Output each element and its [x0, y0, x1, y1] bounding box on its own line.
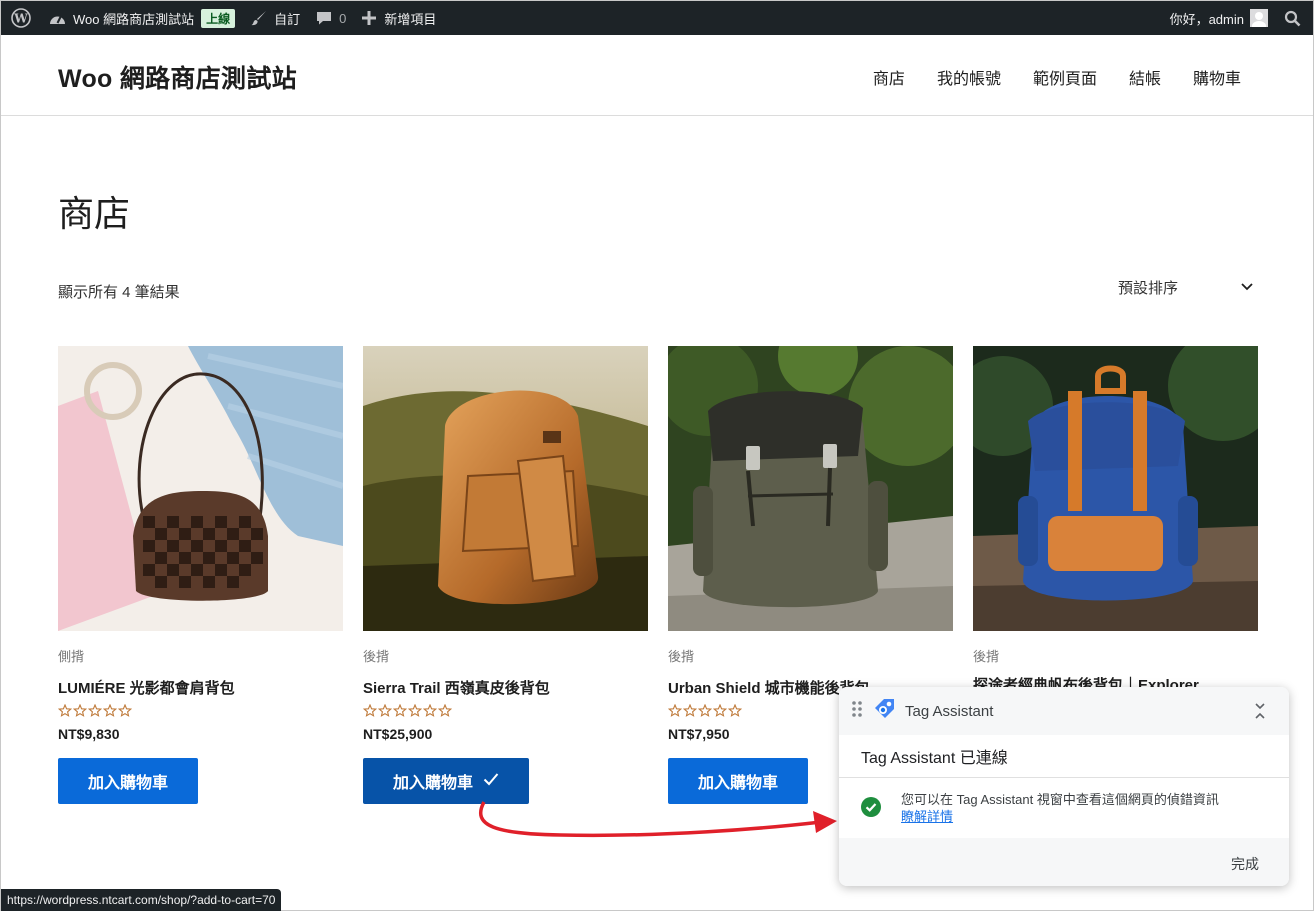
product-name[interactable]: Sierra Trail 西嶺真皮後背包	[363, 677, 648, 698]
chevron-down-icon	[1239, 278, 1255, 298]
checkmark-icon	[483, 772, 499, 791]
done-button[interactable]: 完成	[1231, 854, 1259, 874]
star-outline-icon	[437, 703, 453, 722]
nav-item-sample-page[interactable]: 範例頁面	[1033, 65, 1097, 89]
learn-more-link[interactable]: 瞭解詳情	[901, 808, 1219, 825]
add-to-cart-label: 加入購物車	[698, 775, 779, 792]
dashboard-icon	[49, 11, 66, 26]
tag-assistant-header: Tag Assistant	[839, 687, 1289, 735]
add-to-cart-button[interactable]: 加入購物車	[668, 758, 809, 804]
customize-label: 自訂	[274, 11, 301, 27]
comments-count: 0	[339, 10, 347, 26]
product-image-canvas-backpack[interactable]	[973, 346, 1258, 631]
customize-link[interactable]: 自訂	[243, 1, 308, 35]
nav-item-checkout[interactable]: 結帳	[1129, 65, 1161, 89]
tag-assistant-logo-icon	[873, 698, 895, 725]
site-header: Woo 網路商店測試站 商店 我的帳號 範例頁面 結帳 購物車	[1, 35, 1313, 116]
drag-handle-icon[interactable]	[851, 700, 863, 723]
add-to-cart-button[interactable]: 加入購物車	[58, 758, 199, 804]
page-title: 商店	[58, 193, 131, 234]
brush-icon	[251, 10, 267, 26]
admin-site-name: Woo 網路商店測試站	[73, 11, 195, 27]
star-outline-icon	[422, 703, 438, 722]
star-outline-icon	[392, 703, 408, 722]
collapse-icon[interactable]	[1253, 701, 1267, 726]
star-outline-icon	[117, 703, 133, 722]
orderby-value: 預設排序	[1118, 279, 1179, 297]
nav-item-cart[interactable]: 購物車	[1193, 65, 1241, 89]
admin-site-link[interactable]: Woo 網路商店測試站 上線	[39, 1, 243, 35]
site-title[interactable]: Woo 網路商店測試站	[58, 59, 297, 95]
wordpress-logo-icon[interactable]: W	[1, 1, 39, 35]
product-category[interactable]: 側揹	[58, 646, 343, 665]
star-outline-icon	[697, 703, 713, 722]
status-bar-url: https://wordpress.ntcart.com/shop/?add-t…	[1, 889, 282, 911]
add-to-cart-label: 加入購物車	[88, 775, 169, 792]
star-outline-icon	[682, 703, 698, 722]
comments-link[interactable]: 0	[308, 1, 354, 35]
tag-assistant-panel: Tag Assistant Tag Assistant 已連線 您可以在 Tag…	[839, 687, 1289, 886]
check-circle-icon	[861, 797, 881, 822]
live-badge: 上線	[201, 8, 236, 28]
star-outline-icon	[57, 703, 73, 722]
star-outline-icon	[407, 703, 423, 722]
tag-assistant-status: Tag Assistant 已連線	[839, 735, 1289, 778]
product-card: 後揹 探途者經典帆布後背包｜Explorer	[973, 346, 1258, 695]
greeting: 你好，admin	[1169, 11, 1244, 27]
product-category[interactable]: 後揹	[668, 646, 953, 665]
nav-item-shop[interactable]: 商店	[873, 65, 905, 89]
tag-assistant-message: 您可以在 Tag Assistant 視窗中查看這個網頁的偵錯資訊 瞭解詳情	[839, 778, 1289, 838]
product-image-leather-backpack[interactable]	[363, 346, 648, 631]
star-outline-icon	[72, 703, 88, 722]
product-image-shoulder-bag[interactable]	[58, 346, 343, 631]
primary-nav: 商店 我的帳號 範例頁面 結帳 購物車	[873, 65, 1241, 89]
admin-bar: W Woo 網路商店測試站 上線 自訂 0 新增項目 你好，admin	[1, 1, 1313, 35]
star-outline-icon	[102, 703, 118, 722]
plus-icon	[362, 11, 377, 25]
add-to-cart-label: 加入購物車	[393, 775, 474, 792]
product-price: NT$25,900	[363, 726, 433, 742]
new-item-link[interactable]: 新增項目	[354, 1, 444, 35]
admin-search-icon[interactable]	[1276, 1, 1313, 35]
star-outline-icon	[87, 703, 103, 722]
result-count: 顯示所有 4 筆結果	[58, 284, 180, 301]
product-rating	[362, 703, 648, 722]
star-outline-icon	[727, 703, 743, 722]
tag-assistant-message-text: 您可以在 Tag Assistant 視窗中查看這個網頁的偵錯資訊	[901, 792, 1219, 807]
orderby-select[interactable]: 預設排序	[1111, 273, 1261, 301]
svg-text:W: W	[13, 12, 28, 26]
add-to-cart-button[interactable]: 加入購物車	[363, 758, 530, 804]
product-image-urban-backpack[interactable]	[668, 346, 953, 631]
product-rating	[57, 703, 343, 722]
comment-icon	[316, 10, 332, 26]
product-category[interactable]: 後揹	[363, 646, 648, 665]
avatar	[1250, 9, 1268, 27]
product-name[interactable]: LUMIÉRE 光影都會肩背包	[58, 677, 343, 698]
product-card: 後揹 Sierra Trail 西嶺真皮後背包 NT$25,900 加入購物車	[362, 346, 648, 804]
account-menu[interactable]: 你好，admin	[1162, 1, 1276, 35]
star-outline-icon	[377, 703, 393, 722]
product-category[interactable]: 後揹	[973, 646, 1258, 665]
product-price: NT$9,830	[58, 726, 120, 742]
new-item-label: 新增項目	[384, 11, 437, 27]
star-outline-icon	[712, 703, 728, 722]
tag-assistant-title: Tag Assistant	[905, 702, 994, 720]
nav-item-my-account[interactable]: 我的帳號	[937, 65, 1001, 89]
product-card: 側揹 LUMIÉRE 光影都會肩背包 NT$9,830 加入購物車	[57, 346, 343, 804]
star-outline-icon	[667, 703, 683, 722]
tag-assistant-footer: 完成	[839, 838, 1289, 886]
star-outline-icon	[362, 703, 378, 722]
